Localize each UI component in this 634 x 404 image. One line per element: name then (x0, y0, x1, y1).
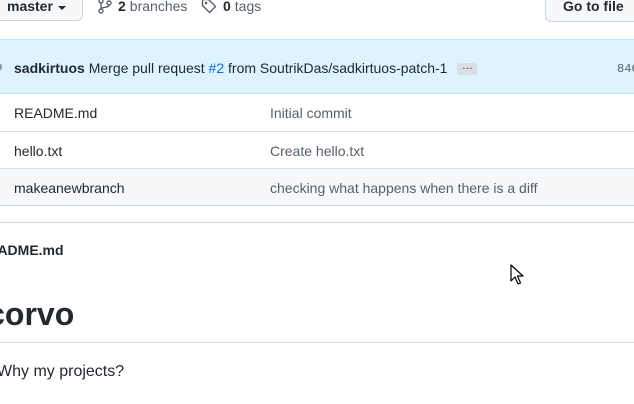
go-to-file-button[interactable]: Go to file (545, 0, 634, 22)
commit-hash-link[interactable]: 846 (617, 62, 634, 76)
tags-link[interactable]: 0 tags (201, 0, 261, 14)
latest-commit-bar: sadkirtuos Merge pull request #2 from So… (0, 39, 634, 94)
file-commit-message-link[interactable]: checking what happens when there is a di… (270, 180, 537, 196)
commit-message-prefix[interactable]: Merge pull request (89, 60, 205, 76)
branch-selector-button[interactable]: master (0, 0, 83, 21)
commit-message-suffix[interactable]: from SoutrikDas/sadkirtuos-patch-1 (228, 60, 447, 76)
mouse-cursor-icon (510, 264, 524, 285)
expand-commit-message-button[interactable]: … (457, 61, 478, 76)
readme-top-border (0, 222, 634, 223)
heading-divider (0, 342, 634, 343)
readme-paragraph: Why my projects? (0, 363, 125, 380)
tag-icon (201, 0, 217, 14)
file-list: README.md Initial commit hello.txt Creat… (0, 94, 634, 206)
branches-label: branches (129, 0, 188, 14)
branches-link[interactable]: 2 branches (98, 0, 187, 14)
file-commit-message-link[interactable]: Initial commit (270, 105, 352, 121)
file-row: makeanewbranch checking what happens whe… (0, 168, 634, 205)
tags-label: tags (234, 0, 262, 14)
caret-down-icon (58, 6, 66, 10)
readme-heading: Acorvo (0, 296, 75, 332)
commit-author-link[interactable]: sadkirtuos (14, 60, 85, 76)
file-row: hello.txt Create hello.txt (0, 131, 634, 168)
file-name-link[interactable]: README.md (14, 105, 97, 121)
file-row: README.md Initial commit (0, 94, 634, 131)
file-commit-message-link[interactable]: Create hello.txt (270, 143, 364, 159)
commit-summary: sadkirtuos Merge pull request #2 from So… (14, 60, 478, 76)
tags-count: 0 (223, 0, 231, 14)
repo-page: master 2 branches 0 tags Go to file sadk… (0, 0, 634, 404)
readme-file-title[interactable]: README.md (0, 242, 64, 258)
file-name-link[interactable]: makeanewbranch (14, 180, 125, 196)
avatar[interactable] (0, 63, 2, 71)
file-name-link[interactable]: hello.txt (14, 143, 62, 159)
git-branch-icon (98, 0, 112, 14)
pull-request-link[interactable]: #2 (209, 60, 225, 76)
branch-name: master (7, 0, 53, 14)
branches-count: 2 (118, 0, 126, 14)
